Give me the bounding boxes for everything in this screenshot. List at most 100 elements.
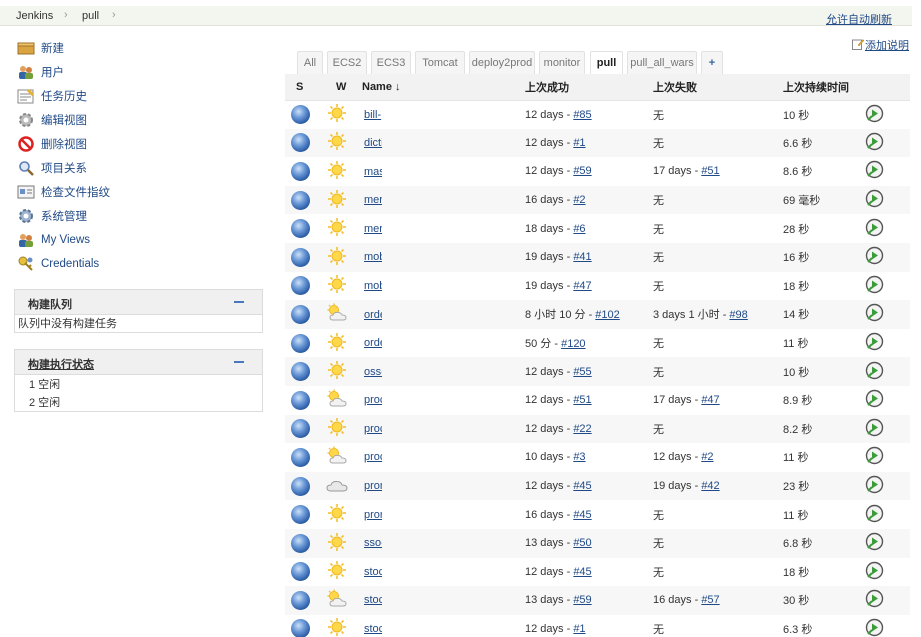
schedule-build-icon[interactable] <box>865 618 884 637</box>
job-name-link[interactable]: proc <box>364 394 382 406</box>
weather-sunny-icon[interactable] <box>325 618 349 637</box>
add-description[interactable]: 添加说明 <box>852 37 909 53</box>
weather-partly-icon[interactable] <box>325 589 349 612</box>
sidebar-item-label[interactable]: 用户 <box>41 64 64 80</box>
weather-partly-icon[interactable] <box>325 446 349 469</box>
job-name-link[interactable]: sso- <box>364 537 382 549</box>
last-success-build-link[interactable]: #45 <box>573 480 591 492</box>
sidebar-item-credentials[interactable]: Credentials <box>14 252 264 276</box>
last-failure-build-link[interactable]: #51 <box>701 165 719 177</box>
sidebar-item-fingerprint[interactable]: 检查文件指纹 <box>14 180 264 204</box>
sidebar-item-label[interactable]: 系统管理 <box>41 208 87 224</box>
col-status[interactable]: S <box>285 74 325 101</box>
last-failure-build-link[interactable]: #57 <box>701 594 719 606</box>
tab-ecs3[interactable]: ECS3 <box>371 51 411 74</box>
last-success-build-link[interactable]: #2 <box>573 194 585 206</box>
job-name-link[interactable]: orde <box>364 337 382 349</box>
schedule-build-icon[interactable] <box>865 418 884 440</box>
last-success-build-link[interactable]: #6 <box>573 223 585 235</box>
last-success-build-link[interactable]: #120 <box>561 338 585 350</box>
weather-sunny-icon[interactable] <box>325 132 349 154</box>
last-success-build-link[interactable]: #55 <box>573 366 591 378</box>
last-success-build-link[interactable]: #47 <box>573 280 591 292</box>
last-failure-build-link[interactable]: #98 <box>729 309 747 321</box>
weather-sunny-icon[interactable] <box>325 275 349 297</box>
executors-title[interactable]: 构建执行状态 <box>28 356 94 372</box>
job-name-link[interactable]: orde <box>364 309 382 321</box>
schedule-build-icon[interactable] <box>865 504 884 526</box>
sidebar-item-label[interactable]: 检查文件指纹 <box>41 184 110 200</box>
job-name-link[interactable]: mob <box>364 251 382 263</box>
sidebar-item-users[interactable]: 用户 <box>14 60 264 84</box>
job-name-link[interactable]: dicti <box>364 137 382 149</box>
schedule-build-icon[interactable] <box>865 304 884 325</box>
schedule-build-icon[interactable] <box>865 332 884 354</box>
job-name-link[interactable]: stoc <box>364 566 382 578</box>
weather-partly-icon[interactable] <box>325 389 349 412</box>
weather-sunny-icon[interactable] <box>325 532 349 555</box>
tab-add-view[interactable]: + <box>701 51 723 74</box>
last-success-build-link[interactable]: #45 <box>573 566 591 578</box>
weather-sunny-icon[interactable] <box>325 160 349 183</box>
last-success-build-link[interactable]: #102 <box>595 309 619 321</box>
status-ball-icon[interactable] <box>291 219 310 239</box>
status-ball-icon[interactable] <box>291 304 310 324</box>
breadcrumb-pull[interactable]: pull <box>82 10 99 22</box>
collapse-icon[interactable] <box>234 301 244 303</box>
schedule-build-icon[interactable] <box>865 132 884 154</box>
status-ball-icon[interactable] <box>291 161 310 181</box>
schedule-build-icon[interactable] <box>865 533 884 554</box>
schedule-build-icon[interactable] <box>865 161 884 182</box>
job-name-link[interactable]: stoc <box>364 594 382 606</box>
job-name-link[interactable]: mob <box>364 280 382 292</box>
sidebar-item-label[interactable]: 任务历史 <box>41 88 87 104</box>
sidebar-item-label[interactable]: 删除视图 <box>41 136 87 152</box>
schedule-build-icon[interactable] <box>865 590 884 611</box>
weather-sunny-icon[interactable] <box>325 218 349 240</box>
sidebar-item-label[interactable]: Credentials <box>41 258 99 270</box>
add-description-link[interactable]: 添加说明 <box>865 37 909 53</box>
job-name-link[interactable]: oss- <box>364 366 382 378</box>
schedule-build-icon[interactable] <box>865 218 884 240</box>
last-success-build-link[interactable]: #1 <box>573 137 585 149</box>
sidebar-item-label[interactable]: 项目关系 <box>41 160 87 176</box>
tab-pull-all-wars[interactable]: pull_all_wars <box>627 51 697 74</box>
status-ball-icon[interactable] <box>291 619 310 637</box>
status-ball-icon[interactable] <box>291 590 310 610</box>
sidebar-item-label[interactable]: My Views <box>41 234 90 246</box>
schedule-build-icon[interactable] <box>865 390 884 411</box>
status-ball-icon[interactable] <box>291 476 310 496</box>
schedule-build-icon[interactable] <box>865 104 884 126</box>
last-success-build-link[interactable]: #51 <box>573 394 591 406</box>
sidebar-item-new[interactable]: 新建 <box>14 36 264 60</box>
last-success-build-link[interactable]: #59 <box>573 165 591 177</box>
schedule-build-icon[interactable] <box>865 475 884 497</box>
job-name-link[interactable]: mas <box>364 166 382 178</box>
tab-all[interactable]: All <box>297 51 323 74</box>
sidebar-item-edit-view[interactable]: 编辑视图 <box>14 108 264 132</box>
tab-deploy2prod[interactable]: deploy2prod <box>469 51 535 74</box>
weather-partly-icon[interactable] <box>325 303 349 326</box>
weather-cloudy-icon[interactable] <box>325 480 349 498</box>
tab-monitor[interactable]: monitor <box>539 51 585 74</box>
col-last-duration[interactable]: 上次持续时间 <box>783 74 865 101</box>
job-name-link[interactable]: pron <box>364 509 382 521</box>
job-name-link[interactable]: stoc <box>364 623 382 635</box>
sidebar-item-label[interactable]: 新建 <box>41 40 64 56</box>
col-last-success[interactable]: 上次成功 <box>525 74 653 101</box>
last-success-build-link[interactable]: #85 <box>573 109 591 121</box>
weather-sunny-icon[interactable] <box>325 246 349 269</box>
last-success-build-link[interactable]: #45 <box>573 509 591 521</box>
status-ball-icon[interactable] <box>291 562 310 582</box>
schedule-build-icon[interactable] <box>865 561 884 583</box>
schedule-build-icon[interactable] <box>865 275 884 297</box>
last-success-build-link[interactable]: #41 <box>573 251 591 263</box>
status-ball-icon[interactable] <box>291 247 310 267</box>
status-ball-icon[interactable] <box>291 419 310 439</box>
job-name-link[interactable]: mer <box>364 194 382 206</box>
last-success-build-link[interactable]: #1 <box>573 623 585 635</box>
sidebar-item-label[interactable]: 编辑视图 <box>41 112 87 128</box>
col-last-failure[interactable]: 上次失败 <box>653 74 783 101</box>
last-failure-build-link[interactable]: #42 <box>701 480 719 492</box>
status-ball-icon[interactable] <box>291 447 310 467</box>
